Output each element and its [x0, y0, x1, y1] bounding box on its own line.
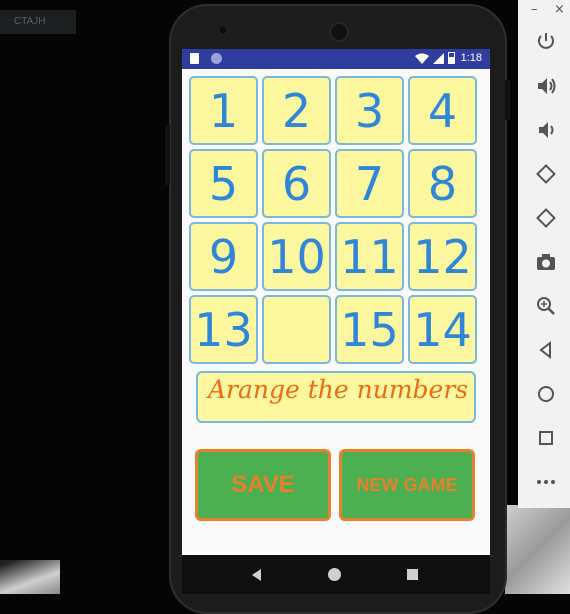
puzzle-tile[interactable]: 6 [262, 149, 331, 218]
front-camera [219, 26, 227, 34]
background-image-fragment [505, 505, 570, 594]
status-bar: 1:18 [182, 49, 490, 69]
android-nav-bar [182, 555, 490, 594]
puzzle-grid: 1 2 3 4 5 6 7 8 9 10 11 12 13 15 14 [189, 76, 481, 368]
signal-icon [432, 52, 444, 64]
nav-back-icon[interactable] [252, 569, 261, 581]
back-icon[interactable] [532, 336, 560, 364]
earpiece-speaker [331, 24, 347, 40]
power-icon[interactable] [532, 28, 560, 56]
puzzle-tile[interactable]: 12 [408, 222, 477, 291]
volume-down-icon[interactable] [532, 116, 560, 144]
save-button[interactable]: SAVE [195, 449, 331, 521]
puzzle-tile[interactable]: 1 [189, 76, 258, 145]
home-icon[interactable] [532, 380, 560, 408]
rotate-left-icon[interactable] [532, 160, 560, 188]
puzzle-tile[interactable]: 9 [189, 222, 258, 291]
puzzle-tile[interactable]: 8 [408, 149, 477, 218]
host-corner-label: CTAJH [0, 10, 76, 34]
puzzle-tile[interactable]: 7 [335, 149, 404, 218]
new-game-button[interactable]: NEW GAME [339, 449, 475, 521]
puzzle-tile[interactable]: 11 [335, 222, 404, 291]
device-screen: 1:18 1 2 3 4 5 6 7 8 9 10 11 12 13 15 14… [182, 49, 490, 555]
puzzle-tile[interactable]: 4 [408, 76, 477, 145]
puzzle-tile[interactable]: 15 [335, 295, 404, 364]
status-time: 1:18 [460, 52, 482, 64]
puzzle-tile[interactable]: 2 [262, 76, 331, 145]
wifi-icon [414, 53, 429, 64]
volume-up-icon[interactable] [532, 72, 560, 100]
minimize-button[interactable]: – [531, 2, 538, 17]
phone-side-button [505, 80, 510, 120]
close-button[interactable]: × [554, 2, 565, 17]
sd-card-icon [190, 53, 199, 64]
puzzle-tile[interactable]: 10 [262, 222, 331, 291]
overview-icon[interactable] [532, 424, 560, 452]
rotate-right-icon[interactable] [532, 204, 560, 232]
puzzle-tile[interactable]: 3 [335, 76, 404, 145]
emulator-toolbar: – × [518, 0, 570, 508]
more-icon[interactable] [532, 468, 560, 496]
zoom-icon[interactable] [532, 292, 560, 320]
instruction-message: Arange the numbers [196, 371, 476, 423]
camera-icon[interactable] [532, 248, 560, 276]
nav-home-icon[interactable] [328, 568, 341, 581]
notification-icon [210, 53, 222, 64]
nav-recent-apps-icon[interactable] [407, 569, 418, 580]
battery-icon [447, 52, 455, 64]
puzzle-tile[interactable]: 13 [189, 295, 258, 364]
phone-side-button [165, 125, 170, 185]
empty-tile[interactable] [262, 295, 331, 364]
puzzle-tile[interactable]: 5 [189, 149, 258, 218]
puzzle-tile[interactable]: 14 [408, 295, 477, 364]
background-image-fragment [0, 560, 60, 594]
